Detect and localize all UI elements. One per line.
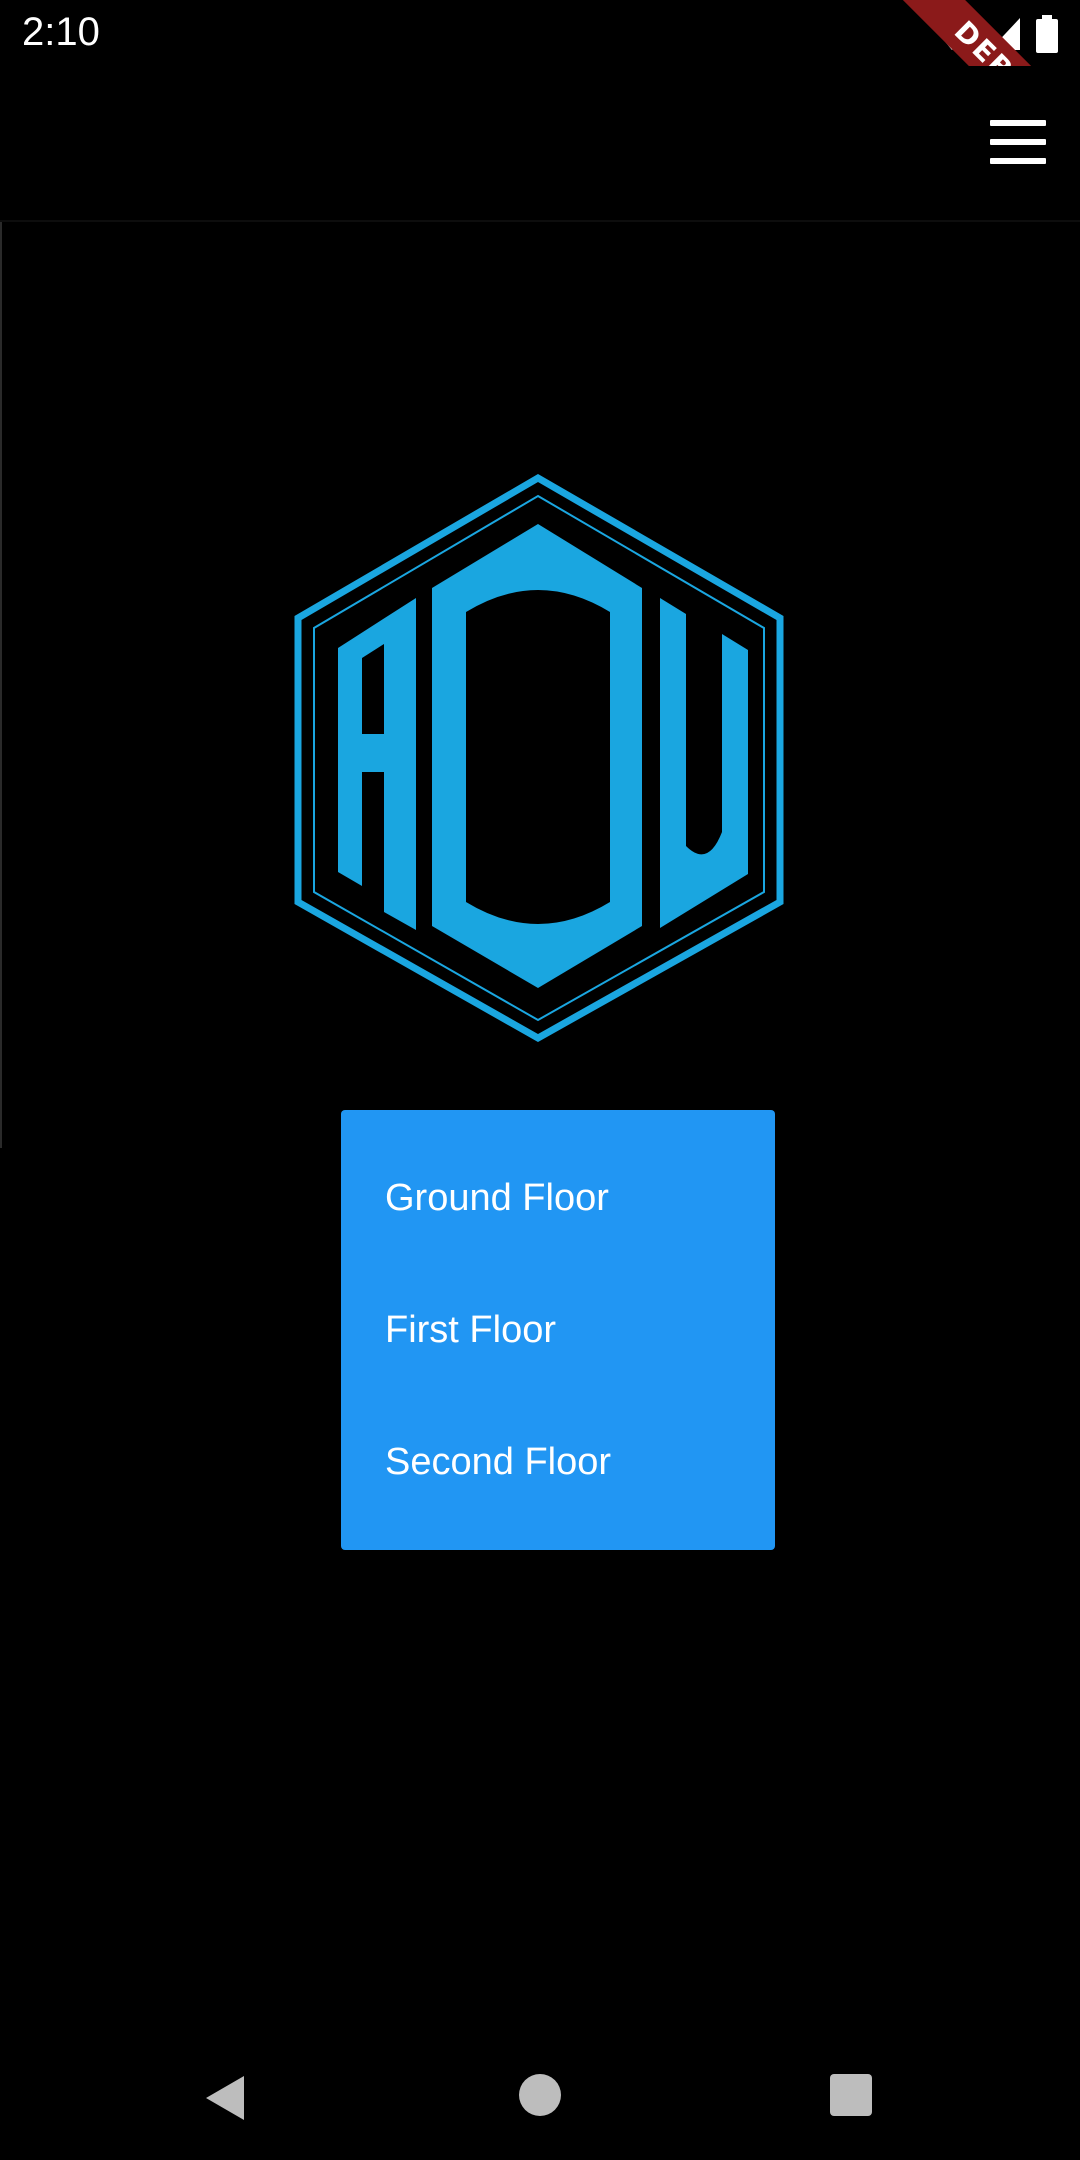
floor-item-second[interactable]: Second Floor [341, 1396, 775, 1528]
drawer-edge [0, 222, 2, 1148]
back-icon[interactable] [204, 2074, 246, 2122]
menu-button[interactable] [990, 120, 1046, 164]
app-bar [0, 66, 1080, 220]
hamburger-menu-icon [990, 120, 1046, 126]
floor-item-ground[interactable]: Ground Floor [341, 1132, 775, 1264]
floor-menu: Ground Floor First Floor Second Floor [341, 1110, 775, 1550]
home-icon[interactable] [519, 2074, 561, 2116]
floor-item-first[interactable]: First Floor [341, 1264, 775, 1396]
app-screen: 2:10 DEBUG [0, 0, 1080, 2160]
status-time: 2:10 [22, 10, 100, 54]
adu-logo [294, 473, 784, 1042]
app-bar-divider [0, 220, 1080, 222]
recents-icon[interactable] [830, 2074, 872, 2116]
battery-icon [1036, 15, 1058, 53]
